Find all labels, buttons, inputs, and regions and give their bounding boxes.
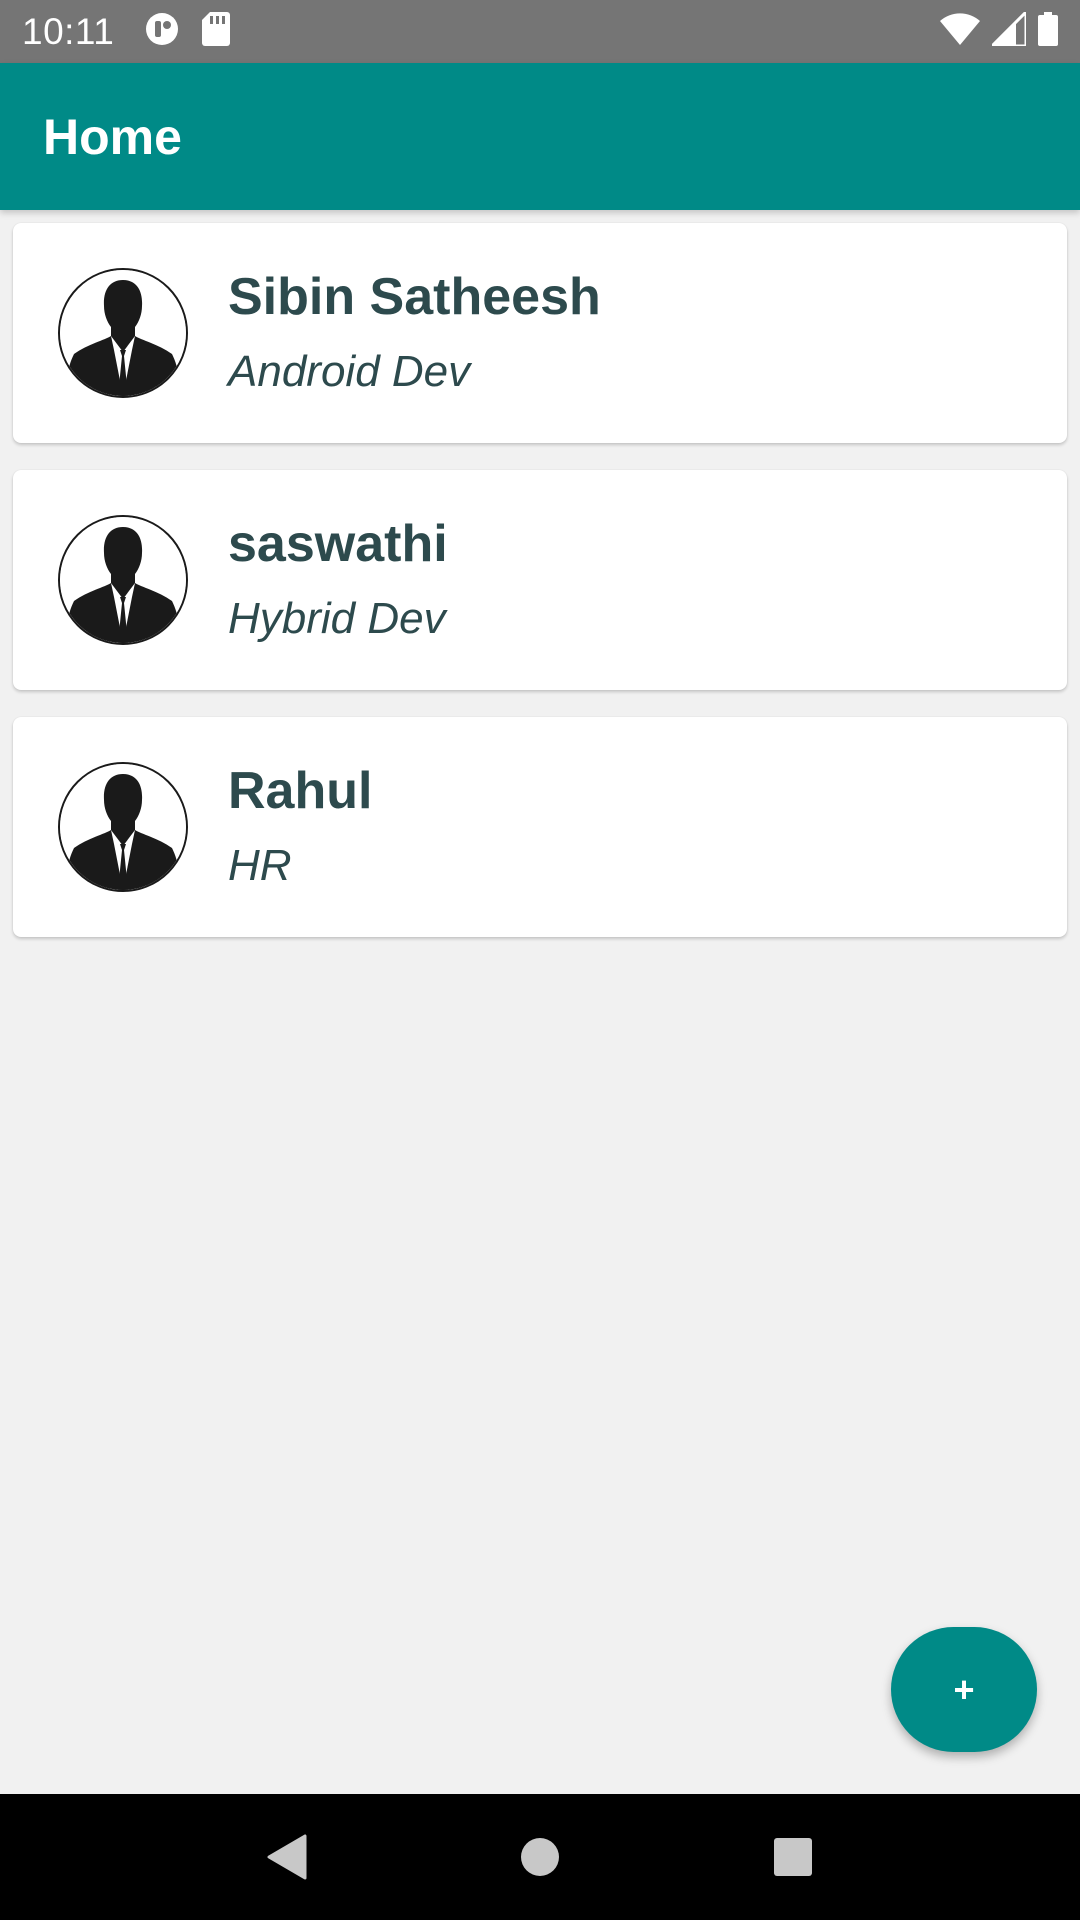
employee-name: Sibin Satheesh [228,268,601,327]
navigation-bar [0,1794,1080,1920]
card-text: saswathi Hybrid Dev [228,516,448,644]
sd-card-icon [202,12,231,51]
back-button[interactable] [247,1817,327,1897]
wifi-icon [940,13,980,50]
add-icon: + [953,1668,975,1710]
list-item[interactable]: Rahul HR [13,717,1067,937]
employee-name: saswathi [228,515,448,574]
person-silhouette-icon [58,515,188,645]
recents-icon [774,1838,813,1876]
person-silhouette-icon [58,762,188,892]
employee-list: Sibin Satheesh Android Dev saswathi Hybr… [13,223,1067,964]
back-icon [267,1834,307,1880]
status-bar: 10:11 [0,0,1080,63]
signal-icon [988,8,1028,51]
card-text: Sibin Satheesh Android Dev [228,269,601,397]
employee-role: HR [228,841,292,891]
card-text: Rahul HR [228,763,372,891]
person-silhouette-icon [58,268,188,398]
employee-role: Hybrid Dev [228,594,446,644]
do-not-disturb-icon [144,11,180,52]
employee-name: Rahul [228,762,373,821]
battery-icon [1038,12,1058,51]
status-time: 10:11 [22,10,115,52]
list-item[interactable]: Sibin Satheesh Android Dev [13,223,1067,443]
status-left-icons [144,11,231,52]
employee-role: Android Dev [228,347,471,397]
status-right-icons [940,8,1058,51]
home-icon [520,1838,559,1876]
app-bar: Home [0,63,1080,210]
recents-button[interactable] [753,1817,833,1897]
add-employee-button[interactable]: + [891,1627,1037,1752]
page-title: Home [43,108,182,165]
list-item[interactable]: saswathi Hybrid Dev [13,470,1067,690]
home-button[interactable] [500,1817,580,1897]
screen: 10:11 Home Sibin Satheesh Android Dev sa… [0,0,1080,1920]
